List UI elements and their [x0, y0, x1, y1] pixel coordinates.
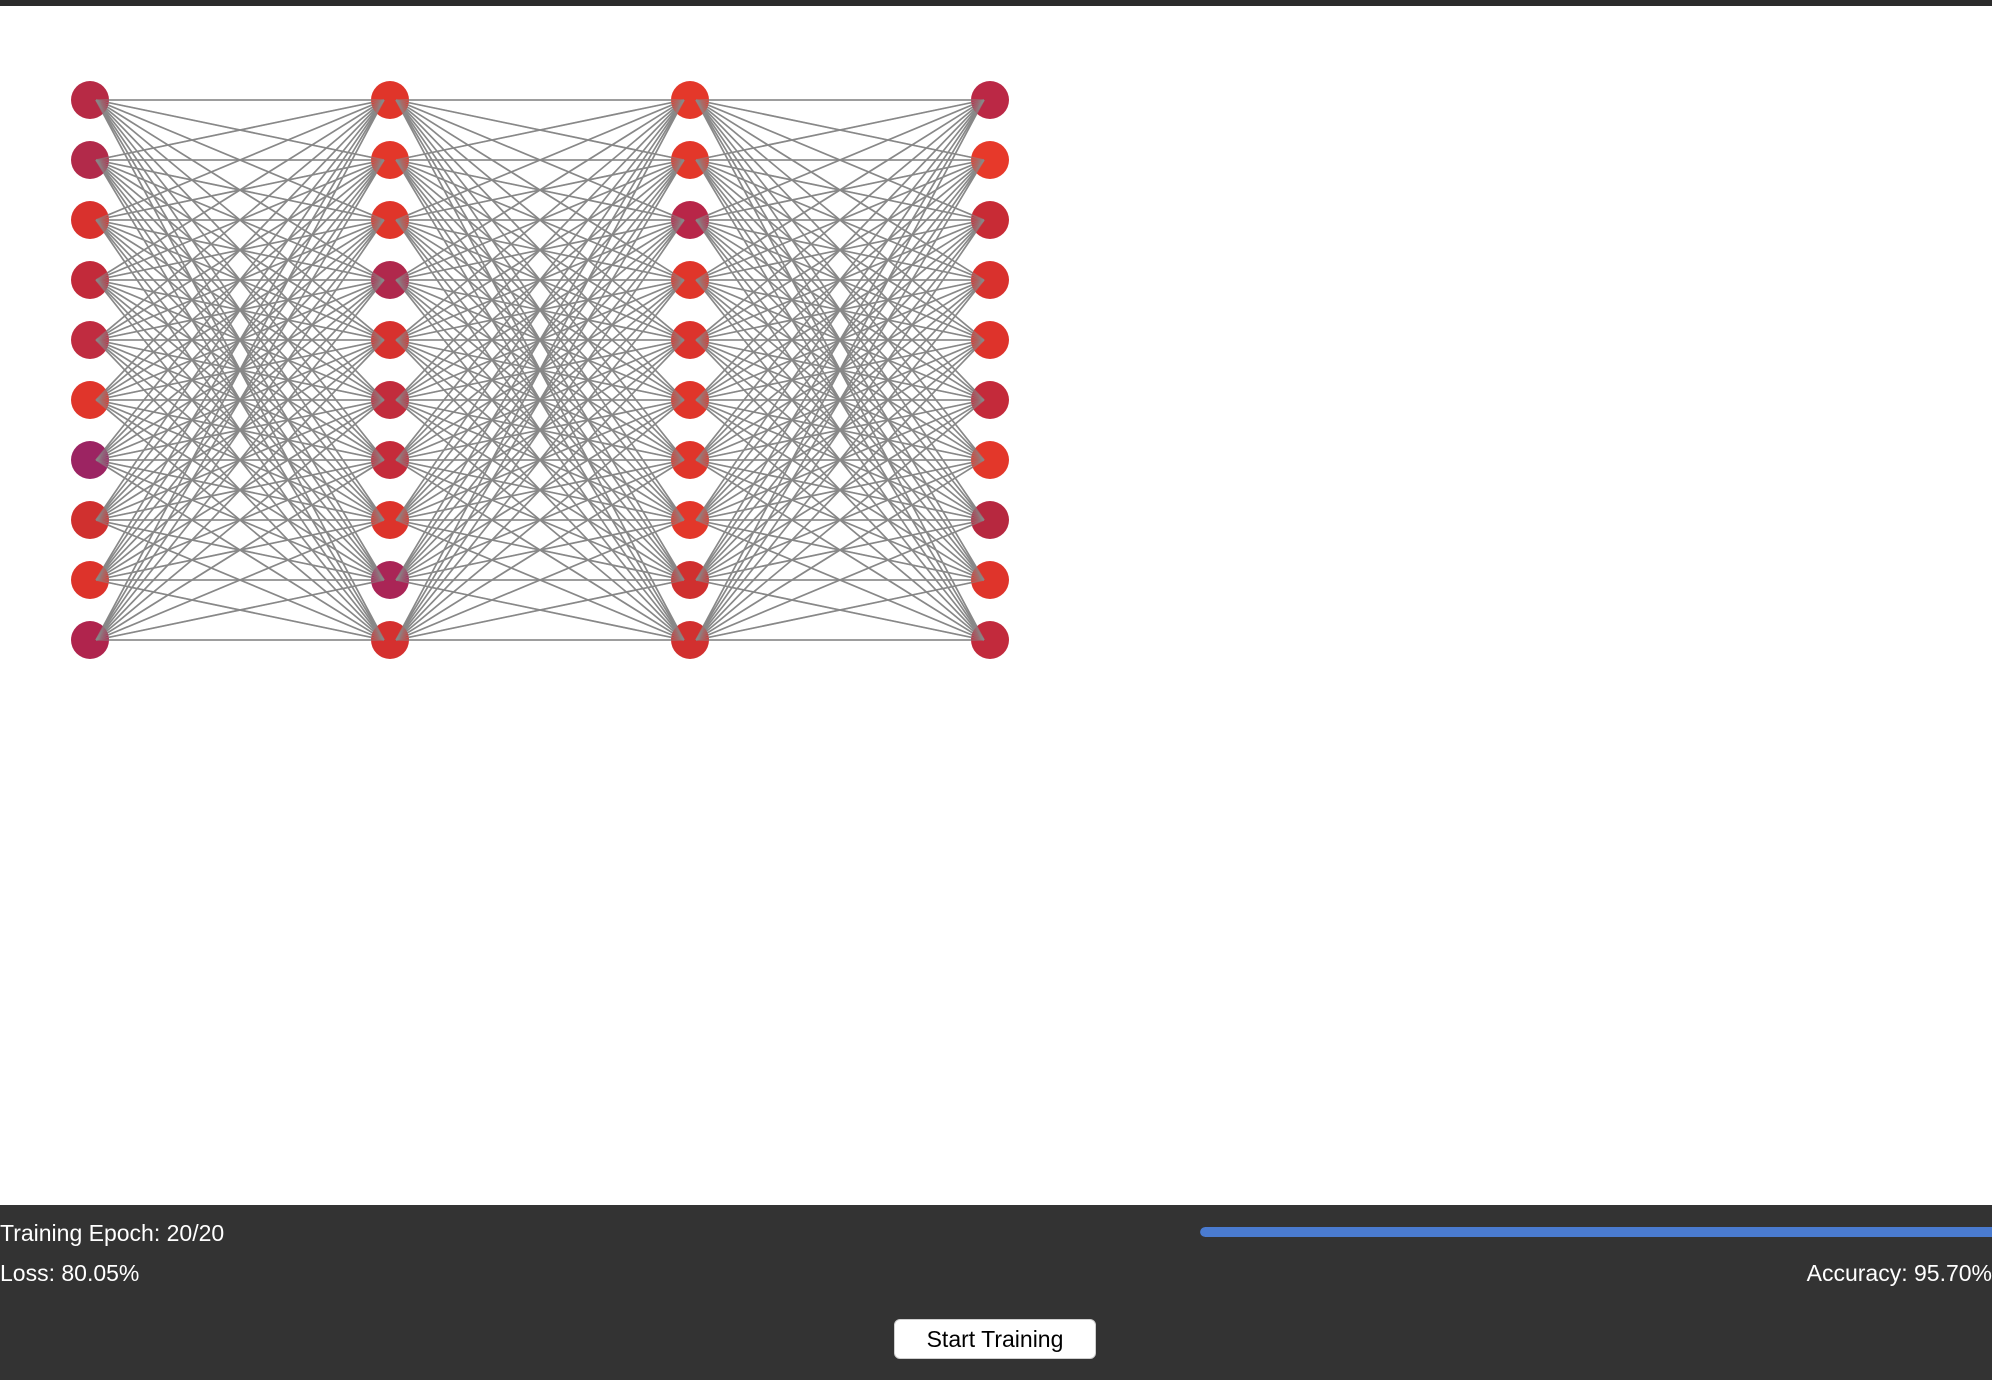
network-visualization: [0, 6, 1992, 1205]
neurons-group: [71, 81, 1009, 659]
start-training-button[interactable]: Start Training: [894, 1319, 1096, 1359]
training-control-panel: Training Epoch: 20/20 Loss: 80.05% Accur…: [0, 1205, 1992, 1380]
loss-label: Loss: 80.05%: [0, 1260, 140, 1286]
accuracy-label: Accuracy: 95.70%: [1806, 1260, 1992, 1286]
training-progress-bar: [1200, 1227, 1992, 1237]
epoch-label: Training Epoch: 20/20: [0, 1220, 225, 1246]
progress-bar-fill: [1200, 1227, 1992, 1237]
network-diagram: [71, 81, 1009, 659]
